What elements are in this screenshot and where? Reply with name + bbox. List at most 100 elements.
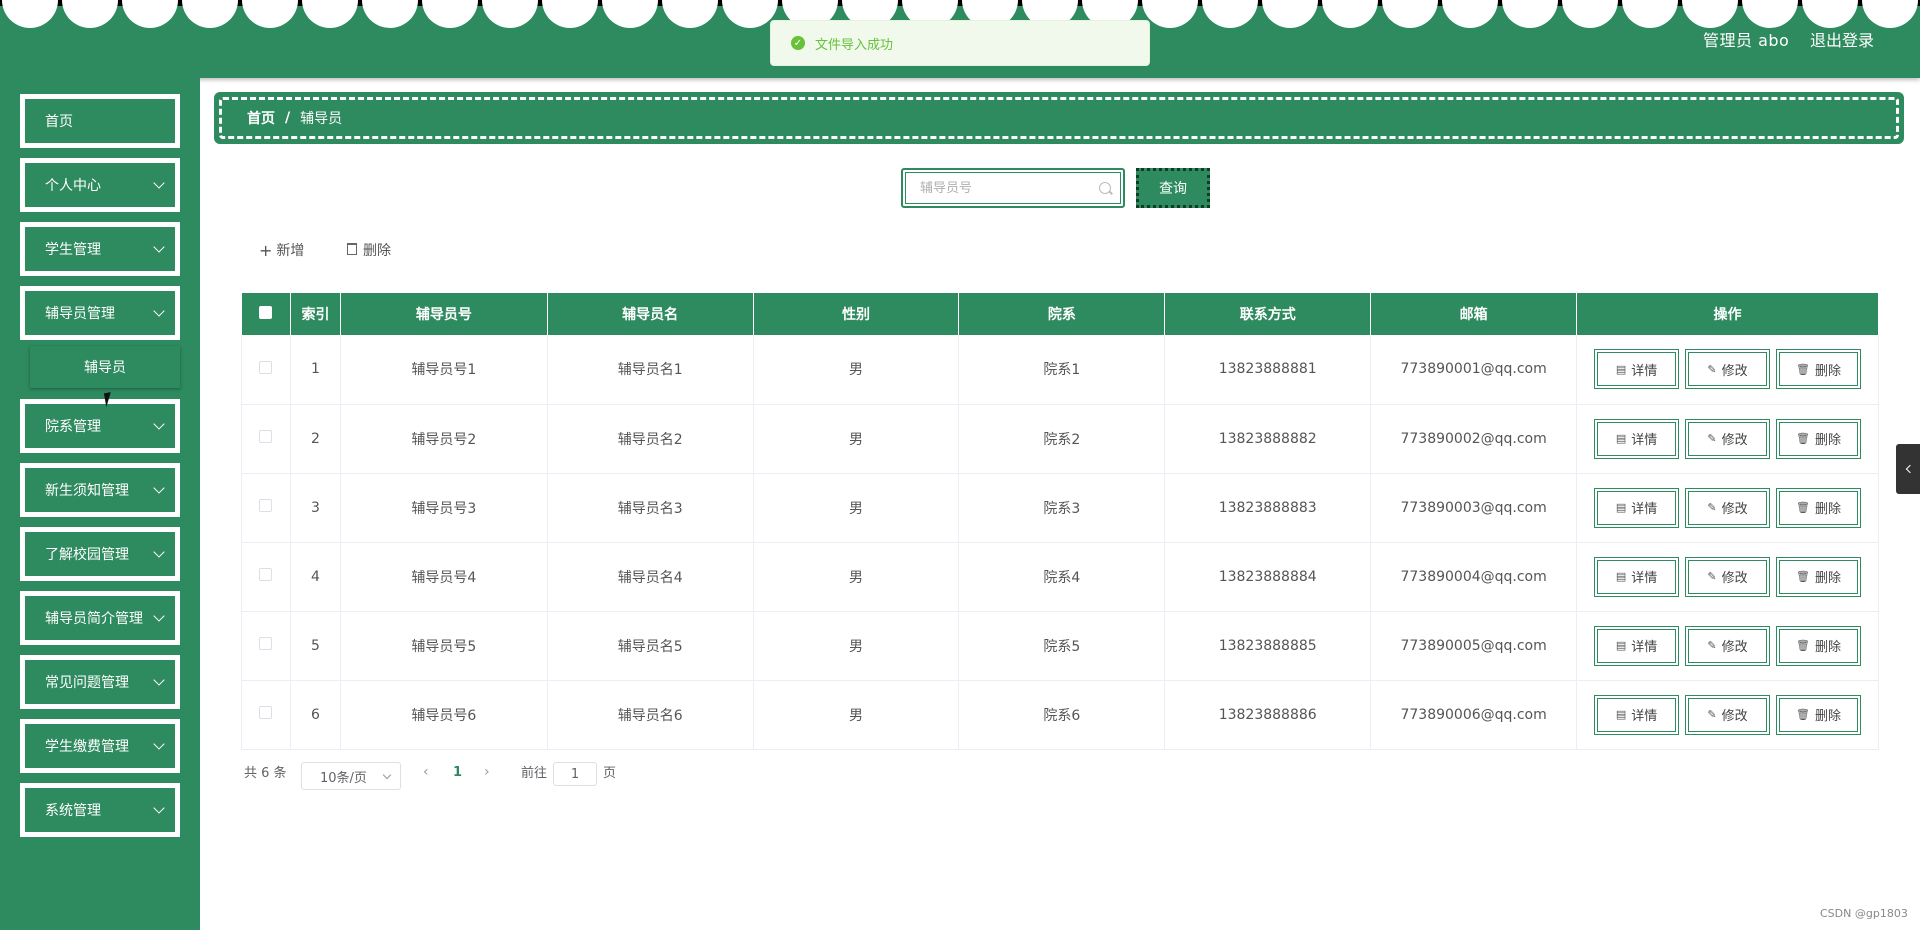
side-panel-toggle[interactable] [1896,444,1920,494]
scallop-decoration [62,0,118,28]
row-checkbox[interactable] [259,360,273,374]
detail-button[interactable]: ▤ 详情 [1594,556,1680,597]
detail-button[interactable]: ▤ 详情 [1594,625,1680,666]
delete-button-label: 删除 [1815,709,1842,724]
scallop-decoration [1802,0,1858,28]
table-cell-gender: 男 [753,473,960,543]
scallop-decoration [542,0,598,28]
select-all-checkbox[interactable] [259,305,273,319]
table-cell-code: 辅导员号5 [340,611,548,681]
delete-button-inner: 🗑 删除 [1779,628,1859,663]
detail-button[interactable]: ▤ 详情 [1594,349,1680,390]
plus-icon: + [259,240,273,260]
table-cell-dept: 院系3 [958,473,1166,543]
chevron-down-icon [153,305,165,317]
edit-button-label: 修改 [1721,363,1748,379]
sidebar-item-label: 了解校园管理 [45,547,129,563]
scallop-decoration [1862,0,1918,28]
delete-button[interactable]: 🗑 删除 [1776,418,1862,459]
row-checkbox[interactable] [259,499,273,512]
scallop-decoration [662,0,718,28]
edit-button[interactable]: ✎ 修改 [1685,625,1771,666]
scallop-decoration [1262,0,1318,28]
chevron-left-icon [1905,464,1914,474]
logout-link[interactable]: 退出登录 [1810,27,1874,51]
detail-button[interactable]: ▤ 详情 [1594,487,1680,528]
edit-button-inner: ✎ 修改 [1688,352,1768,387]
next-page-button[interactable]: › [484,764,490,780]
query-button[interactable]: 查询 [1136,168,1210,208]
edit-button[interactable]: ✎ 修改 [1685,418,1771,459]
sidebar-subitem-counselor[interactable]: 辅导员 [30,346,180,388]
scallop-decoration [1502,0,1558,28]
add-button[interactable]: + 新增 [259,238,304,262]
row-checkbox[interactable] [259,706,273,719]
prev-page-button[interactable]: ‹ [423,764,429,780]
bulk-delete-button[interactable]: 删除 [347,238,391,262]
delete-button-label: 删除 [1815,502,1842,517]
delete-button[interactable]: 🗑 删除 [1776,625,1862,666]
sidebar-item-label: 常见问题管理 [45,675,129,691]
scallop-decoration [1682,0,1738,28]
edit-button[interactable]: ✎ 修改 [1685,694,1771,735]
edit-button-inner: ✎ 修改 [1688,559,1768,594]
sidebar-item-students[interactable]: 学生管理 [20,222,180,276]
sidebar-item-campus[interactable]: 了解校园管理 [20,527,180,581]
scallop-decoration [362,0,418,28]
sidebar-item-counselor-intro[interactable]: 辅导员简介管理 [20,591,180,645]
delete-button[interactable]: 🗑 删除 [1776,694,1862,735]
edit-button[interactable]: ✎ 修改 [1685,487,1771,528]
detail-button[interactable]: ▤ 详情 [1594,694,1680,735]
goto-page-input[interactable] [553,762,597,786]
breadcrumb-current: 辅导员 [300,111,343,127]
table-cell-phone: 13823888882 [1164,404,1372,474]
page-size-value: 10条/页 [320,770,367,786]
trash-icon [347,243,357,255]
sidebar-item-counselors[interactable]: 辅导员管理 [20,286,180,340]
row-checkbox[interactable] [259,637,273,650]
sidebar-item-profile[interactable]: 个人中心 [20,158,180,212]
edit-button[interactable]: ✎ 修改 [1685,556,1771,597]
table-header-row: 索引 辅导员号 辅导员名 性别 院系 联系方式 邮箱 操作 [241,293,1879,335]
search-input[interactable] [920,180,1090,196]
sidebar-item-departments[interactable]: 院系管理 [20,399,180,453]
sidebar-item-payments[interactable]: 学生缴费管理 [20,719,180,773]
sidebar-item-faq[interactable]: 常见问题管理 [20,655,180,709]
row-select-cell [241,542,291,612]
delete-button[interactable]: 🗑 删除 [1776,487,1862,528]
sidebar-item-freshman-notice[interactable]: 新生须知管理 [20,463,180,517]
table-row: 3 辅导员号3 辅导员名3 男院系3 13823888883 773890003@qq.c… [241,473,1879,543]
row-checkbox[interactable] [259,430,273,443]
watermark: CSDN @gp1803 [1820,907,1908,920]
chevron-down-icon [153,610,165,622]
sidebar-item-label: 系统管理 [45,803,101,819]
table-cell-name: 辅导员名2 [547,404,754,474]
success-toast: ✓ 文件导入成功 [770,20,1150,66]
table-cell-code: 辅导员号2 [340,404,548,474]
scallop-decoration [1742,0,1798,28]
table-cell-gender: 男 [753,335,960,405]
pencil-icon: ✎ [1707,432,1717,445]
table-cell-gender: 男 [753,611,960,681]
page-size-select[interactable]: 10条/页 [301,762,401,790]
chevron-down-icon [153,546,165,558]
table-cell-name: 辅导员名6 [547,680,754,750]
edit-button-label: 修改 [1721,709,1748,724]
delete-button[interactable]: 🗑 删除 [1776,556,1862,597]
delete-button[interactable]: 🗑 删除 [1776,349,1862,390]
row-select-cell [241,335,291,405]
breadcrumb-separator: / [285,110,291,126]
table-cell-index: 4 [290,542,341,612]
sidebar: 首页 个人中心 学生管理 辅导员管理 辅导员 院系管理 新生须知管理 了解校园管… [0,78,200,930]
edit-button-inner: ✎ 修改 [1688,697,1768,732]
sidebar-item-label: 辅导员简介管理 [45,611,143,627]
table-cell-code: 辅导员号4 [340,542,548,612]
detail-button[interactable]: ▤ 详情 [1594,418,1680,459]
breadcrumb-home[interactable]: 首页 [247,108,275,128]
sidebar-item-system[interactable]: 系统管理 [20,783,180,837]
detail-button-label: 详情 [1631,502,1658,517]
edit-button[interactable]: ✎ 修改 [1685,349,1771,390]
page-number[interactable]: 1 [453,765,462,780]
row-checkbox[interactable] [259,568,273,581]
sidebar-item-home[interactable]: 首页 [20,94,180,148]
